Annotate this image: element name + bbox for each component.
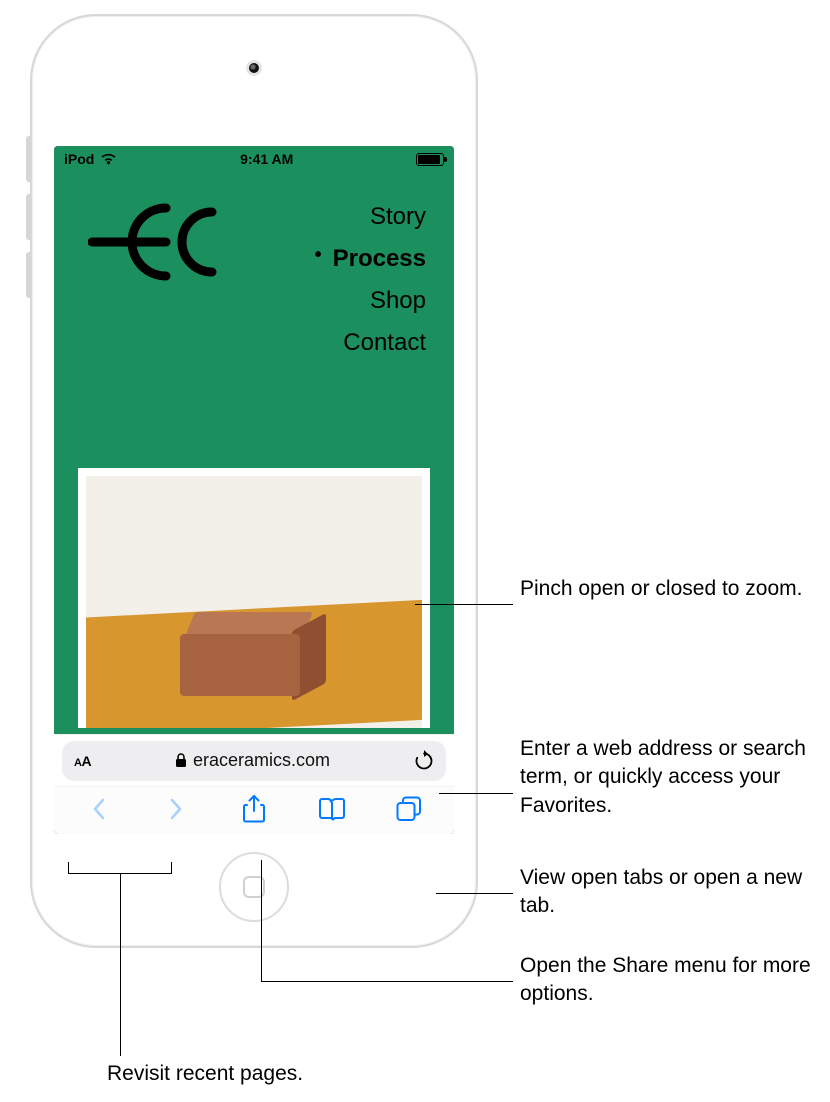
bottom-toolbar xyxy=(54,786,454,834)
lock-icon xyxy=(175,753,187,768)
reload-button[interactable] xyxy=(414,750,434,772)
address-bar-row: AA eraceramics.com xyxy=(54,734,454,786)
nav-item-shop[interactable]: Shop xyxy=(333,280,426,322)
callout-zoom: Pinch open or closed to zoom. xyxy=(520,575,803,603)
wifi-icon xyxy=(100,153,117,165)
status-left: iPod xyxy=(64,151,117,167)
url-text: eraceramics.com xyxy=(193,750,330,771)
clay-block-image xyxy=(180,612,320,698)
ipod-device-frame: iPod 9:41 AM xyxy=(30,14,478,948)
callout-address: Enter a web address or search term, or q… xyxy=(520,735,820,820)
leader-line xyxy=(415,604,513,605)
callout-tabs: View open tabs or open a new tab. xyxy=(520,864,820,921)
address-bar[interactable]: AA eraceramics.com xyxy=(62,741,446,781)
nav-item-contact[interactable]: Contact xyxy=(333,322,426,364)
site-logo[interactable] xyxy=(88,196,218,288)
leader-line xyxy=(120,873,121,1056)
text-size-button[interactable]: AA xyxy=(74,753,91,769)
status-time: 9:41 AM xyxy=(240,151,293,167)
leader-line xyxy=(261,860,262,982)
nav-item-process[interactable]: Process xyxy=(333,238,426,280)
web-page-content[interactable]: Story Process Shop Contact xyxy=(54,172,454,734)
url-field[interactable]: eraceramics.com xyxy=(101,750,404,771)
battery-icon xyxy=(416,153,444,166)
forward-button[interactable] xyxy=(154,789,198,829)
home-button[interactable] xyxy=(219,852,289,922)
leader-line xyxy=(261,981,513,982)
site-header: Story Process Shop Contact xyxy=(54,172,454,374)
site-nav: Story Process Shop Contact xyxy=(333,196,426,364)
nav-item-story[interactable]: Story xyxy=(333,196,426,238)
device-label: iPod xyxy=(64,151,94,167)
callout-history: Revisit recent pages. xyxy=(107,1060,303,1088)
callout-share: Open the Share menu for more options. xyxy=(520,952,820,1009)
bookmarks-button[interactable] xyxy=(310,789,354,829)
front-camera xyxy=(246,60,262,76)
bracket xyxy=(68,860,172,874)
status-bar: iPod 9:41 AM xyxy=(54,146,454,172)
device-screen: iPod 9:41 AM xyxy=(54,146,454,834)
content-image xyxy=(78,468,430,728)
back-button[interactable] xyxy=(77,789,121,829)
leader-line xyxy=(436,893,513,894)
tabs-button[interactable] xyxy=(387,789,431,829)
share-button[interactable] xyxy=(232,789,276,829)
leader-line xyxy=(439,793,513,794)
